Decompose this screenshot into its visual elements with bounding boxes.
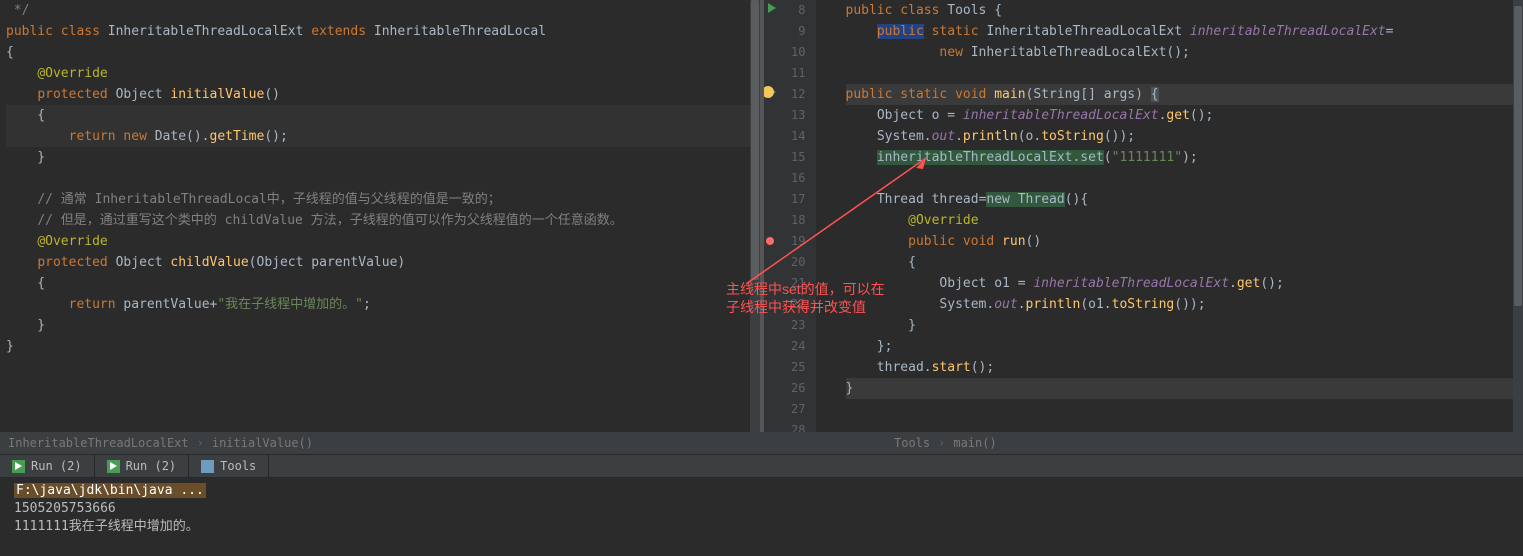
run-tab-icon <box>12 460 25 473</box>
breadcrumb-left[interactable]: InheritableThreadLocalExt › initialValue… <box>8 432 794 454</box>
line-number[interactable]: 25 <box>764 357 806 378</box>
code-line[interactable]: @Override <box>6 231 760 252</box>
code-line[interactable]: inheritableThreadLocalExt.set("1111111")… <box>846 147 1523 168</box>
code-line[interactable] <box>846 399 1523 420</box>
line-number[interactable]: 26 <box>764 378 806 399</box>
code-area-right[interactable]: public class Tools { public static Inher… <box>816 0 1523 432</box>
code-line[interactable]: }; <box>846 336 1523 357</box>
line-number[interactable]: 21 <box>764 273 806 294</box>
scrollbar-right[interactable] <box>1513 0 1523 432</box>
code-line[interactable]: // 通常 InheritableThreadLocal中，子线程的值与父线程的… <box>6 189 760 210</box>
code-line[interactable]: public class Tools { <box>846 0 1523 21</box>
breadcrumb-class[interactable]: InheritableThreadLocalExt <box>8 432 189 454</box>
code-line[interactable] <box>6 168 760 189</box>
code-line[interactable]: new InheritableThreadLocalExt(); <box>846 42 1523 63</box>
tool-tab-icon <box>201 460 214 473</box>
breadcrumb-class[interactable]: Tools <box>894 432 930 454</box>
scrollbar-left[interactable] <box>750 0 760 432</box>
line-number[interactable]: 16 <box>764 168 806 189</box>
breadcrumb-method[interactable]: main() <box>953 432 996 454</box>
code-line[interactable] <box>846 168 1523 189</box>
breadcrumb-right[interactable]: Tools › main() <box>794 432 1523 454</box>
breadcrumb-separator-icon: › <box>197 432 204 454</box>
code-line[interactable]: } <box>846 378 1523 399</box>
line-number[interactable]: 24 <box>764 336 806 357</box>
code-line[interactable]: System.out.println(o.toString()); <box>846 126 1523 147</box>
code-line[interactable] <box>846 420 1523 432</box>
line-number[interactable]: 19 <box>764 231 806 252</box>
code-line[interactable]: Object o1 = inheritableThreadLocalExt.ge… <box>846 273 1523 294</box>
code-line[interactable]: { <box>6 105 760 126</box>
workspace: */public class InheritableThreadLocalExt… <box>0 0 1523 432</box>
code-line[interactable]: public void run() <box>846 231 1523 252</box>
line-number[interactable]: 8 <box>764 0 806 21</box>
line-number[interactable]: 23 <box>764 315 806 336</box>
line-number[interactable]: 9 <box>764 21 806 42</box>
code-line[interactable]: Thread thread=new Thread(){ <box>846 189 1523 210</box>
code-line[interactable] <box>846 63 1523 84</box>
breadcrumb-separator-icon: › <box>938 432 945 454</box>
tab-label: Run (2) <box>126 454 177 478</box>
code-line[interactable]: public static InheritableThreadLocalExt … <box>846 21 1523 42</box>
line-number[interactable]: 17 <box>764 189 806 210</box>
breadcrumb-method[interactable]: initialValue() <box>212 432 313 454</box>
line-number[interactable]: 13 <box>764 105 806 126</box>
code-line[interactable]: } <box>846 315 1523 336</box>
code-line[interactable]: Object o = inheritableThreadLocalExt.get… <box>846 105 1523 126</box>
code-line[interactable]: { <box>6 273 760 294</box>
code-line[interactable]: thread.start(); <box>846 357 1523 378</box>
line-number[interactable]: 15 <box>764 147 806 168</box>
line-number[interactable]: 20 <box>764 252 806 273</box>
code-line[interactable]: @Override <box>846 210 1523 231</box>
line-number[interactable]: 22 <box>764 294 806 315</box>
tool-window-tabs[interactable]: Run (2) Run (2) Tools <box>0 454 1523 478</box>
code-line[interactable]: @Override <box>6 63 760 84</box>
tool-tab[interactable]: Run (2) <box>95 455 190 477</box>
code-line[interactable]: */ <box>6 0 760 21</box>
code-line[interactable]: { <box>6 42 760 63</box>
editor-right[interactable]: 8910111213141516171819202122232425262728… <box>764 0 1523 432</box>
code-line[interactable]: protected Object initialValue() <box>6 84 760 105</box>
lightbulb-icon[interactable] <box>764 86 774 98</box>
code-line[interactable]: public static void main(String[] args) { <box>846 84 1523 105</box>
editor-left[interactable]: */public class InheritableThreadLocalExt… <box>0 0 764 432</box>
code-line[interactable]: } <box>6 315 760 336</box>
console-line: 1111111我在子线程中增加的。 <box>14 519 199 534</box>
code-line[interactable]: return parentValue+"我在子线程中增加的。"; <box>6 294 760 315</box>
console-line: 1505205753666 <box>14 501 116 516</box>
console-output[interactable]: F:\java\jdk\bin\java ... 1505205753666 1… <box>0 478 1523 554</box>
code-line[interactable]: protected Object childValue(Object paren… <box>6 252 760 273</box>
code-line[interactable]: // 但是，通过重写这个类中的 childValue 方法，子线程的值可以作为父… <box>6 210 760 231</box>
line-number[interactable]: 18 <box>764 210 806 231</box>
code-line[interactable]: System.out.println(o1.toString()); <box>846 294 1523 315</box>
code-line[interactable]: return new Date().getTime(); <box>6 126 760 147</box>
code-area-left[interactable]: */public class InheritableThreadLocalExt… <box>0 0 760 357</box>
gutter-right[interactable]: 8910111213141516171819202122232425262728 <box>764 0 816 432</box>
run-icon[interactable] <box>768 3 776 13</box>
code-line[interactable]: public class InheritableThreadLocalExt e… <box>6 21 760 42</box>
tool-tab[interactable]: Tools <box>189 455 269 477</box>
line-number[interactable]: 11 <box>764 63 806 84</box>
run-tab-icon <box>107 460 120 473</box>
code-line[interactable]: { <box>846 252 1523 273</box>
code-line[interactable]: } <box>6 147 760 168</box>
breadcrumb-bar: InheritableThreadLocalExt › initialValue… <box>0 432 1523 454</box>
tab-label: Run (2) <box>31 454 82 478</box>
override-icon[interactable] <box>766 237 774 245</box>
console-cmd: F:\java\jdk\bin\java ... <box>14 483 206 498</box>
tab-label: Tools <box>220 454 256 478</box>
tool-tab[interactable]: Run (2) <box>0 455 95 477</box>
line-number[interactable]: 12 <box>764 84 806 105</box>
line-number[interactable]: 14 <box>764 126 806 147</box>
line-number[interactable]: 28 <box>764 420 806 432</box>
code-line[interactable]: } <box>6 336 760 357</box>
line-number[interactable]: 10 <box>764 42 806 63</box>
line-number[interactable]: 27 <box>764 399 806 420</box>
